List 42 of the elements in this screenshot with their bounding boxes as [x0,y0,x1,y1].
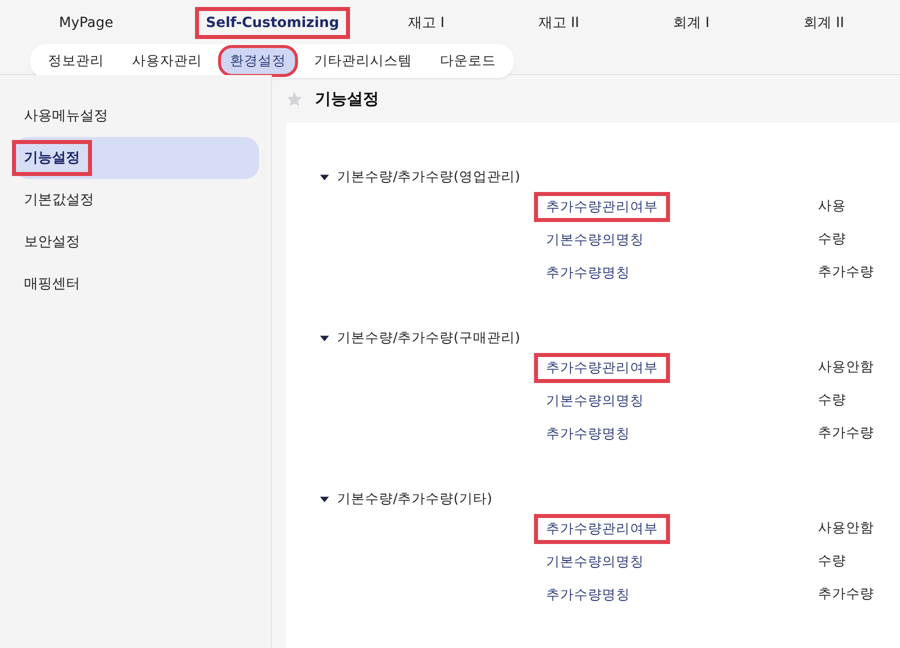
nav-tab[interactable]: Self-Customizing [194,7,350,39]
setting-link[interactable]: 추가수량관리여부 [534,192,670,222]
setting-value: 수량 [818,230,846,248]
page-title: 기능설정 [315,88,379,110]
setting-value: 사용 [818,196,846,214]
setting-link[interactable]: 추가수량관리여부 [534,514,670,544]
group-title: 기본수량/추가수량(기타) [337,490,492,508]
setting-link[interactable]: 기본수량의명칭 [534,224,656,254]
sub-tab[interactable]: 환경설정 [218,45,298,77]
sidebar-item[interactable]: 사용메뉴설정 [12,98,120,134]
group-title: 기본수량/추가수량(영업관리) [337,168,520,186]
nav-tab[interactable]: 회계 I [662,6,721,40]
setting-value: 사용안함 [818,358,874,376]
setting-link[interactable]: 추가수량명칭 [534,580,642,610]
group-title: 기본수량/추가수량(구매관리) [337,329,520,347]
setting-value: 수량 [818,552,846,570]
setting-link[interactable]: 기본수량의명칭 [534,546,656,576]
sub-tab[interactable]: 기타관리시스템 [302,45,424,77]
setting-value: 사용안함 [818,518,874,536]
sidebar-item[interactable]: 기본값설정 [12,182,106,218]
sidebar-item[interactable]: 기능설정 [12,140,92,176]
setting-value: 추가수량 [818,424,874,442]
setting-link[interactable]: 추가수량명칭 [534,418,642,448]
setting-value: 추가수량 [818,584,874,602]
sub-tab[interactable]: 사용자관리 [120,45,214,77]
nav-tab[interactable]: MyPage [48,7,124,39]
sub-tab[interactable]: 다운로드 [428,45,508,77]
collapse-triangle-icon[interactable] [320,494,329,504]
collapse-triangle-icon[interactable] [320,172,329,182]
setting-link[interactable]: 추가수량명칭 [534,258,642,288]
sidebar-item[interactable]: 보안설정 [12,224,92,260]
star-icon[interactable] [286,90,303,108]
sidebar-item[interactable]: 매핑센터 [12,266,92,302]
nav-tab[interactable]: 회계 II [792,6,856,40]
nav-tab[interactable]: 재고 II [527,6,590,40]
collapse-triangle-icon[interactable] [320,334,329,342]
setting-link[interactable]: 추가수량관리여부 [534,352,670,382]
setting-value: 수량 [818,390,846,408]
nav-tab[interactable]: 재고 I [396,6,456,40]
setting-value: 추가수량 [818,262,874,280]
setting-link[interactable]: 기본수량의명칭 [534,386,656,416]
sub-tab[interactable]: 정보관리 [36,45,116,77]
